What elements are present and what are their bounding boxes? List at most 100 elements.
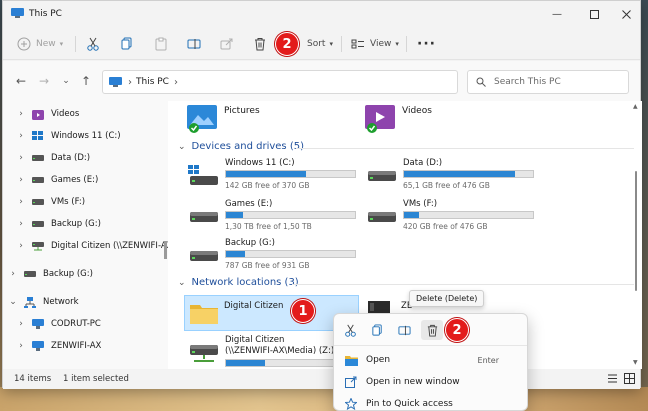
scrollbar-thumb[interactable]: [635, 171, 637, 291]
context-item-label: Pin to Quick access: [366, 399, 453, 409]
paste-button[interactable]: [154, 35, 168, 53]
context-item-pin-to-quick-access[interactable]: Pin to Quick access: [334, 393, 527, 411]
copy-button[interactable]: [120, 35, 134, 53]
chevron-right-icon: ›: [19, 197, 23, 207]
context-cut-button[interactable]: [342, 322, 358, 338]
sidebar-item-label: Data (D:): [51, 153, 91, 163]
maximize-button[interactable]: [577, 1, 611, 28]
drive-name: Backup (G:): [225, 238, 275, 248]
drive-free-space: 65,1 GB free of 476 GB: [403, 181, 490, 190]
status-bar: 14 items 1 item selected: [3, 369, 640, 389]
breadcrumb-this-pc[interactable]: This PC: [136, 77, 169, 87]
large-icons-view-icon: [624, 373, 635, 384]
more-options-button[interactable]: ···: [417, 35, 436, 53]
large-icons-view-button[interactable]: [624, 373, 635, 387]
breadcrumb-separator-icon: ›: [128, 76, 132, 88]
arrow-right-icon: →: [38, 74, 50, 88]
sidebar-item-games-e[interactable]: › Games (E:): [15, 171, 98, 189]
delete-icon: [427, 324, 437, 337]
computer-icon: [31, 318, 45, 330]
drive-usage-bar: [403, 170, 534, 178]
item-count: 14 items: [14, 374, 52, 384]
navigation-pane: › Videos › Windows 11 (C:) › Data (D:) ›…: [3, 101, 183, 369]
windows-drive-icon: [31, 130, 45, 142]
vertical-scrollbar[interactable]: ▲ ▼: [633, 101, 639, 369]
new-icon: [17, 37, 31, 51]
folder-pictures[interactable]: Pictures: [186, 103, 260, 133]
section-title: Devices and drives (5): [191, 141, 304, 152]
share-button[interactable]: [220, 35, 234, 53]
drive-windows-c[interactable]: Windows 11 (C:) 142 GB free of 370 GB: [188, 158, 358, 194]
context-copy-button[interactable]: [369, 322, 385, 338]
up-button[interactable]: ↑: [78, 73, 94, 89]
chevron-down-icon: ⌄: [62, 76, 70, 86]
section-divider: [292, 284, 634, 285]
network-icon: [23, 296, 37, 308]
drive-path: (\\ZENWIFI-AX\Media) (Z:): [225, 346, 335, 356]
sidebar-item-network[interactable]: ⌄ Network: [7, 293, 79, 311]
address-bar[interactable]: › This PC ›: [102, 70, 458, 94]
context-item-open-in-new-window[interactable]: Open in new window: [334, 371, 527, 393]
step-badge-1: 1: [291, 299, 315, 323]
sidebar-item-videos[interactable]: › Videos: [15, 105, 79, 123]
search-box[interactable]: Search This PC: [467, 70, 629, 94]
context-item-open[interactable]: Open Enter: [334, 349, 527, 371]
drive-usage-bar: [225, 250, 356, 258]
arrow-left-icon: ←: [15, 74, 27, 88]
folder-videos[interactable]: Videos: [364, 103, 432, 133]
sidebar-item-label: CODRUT-PC: [51, 319, 101, 329]
scroll-up-icon: ▲: [633, 103, 638, 110]
sort-label: Sort: [307, 39, 326, 49]
network-item-label: Digital Citizen: [224, 301, 284, 311]
sort-button[interactable]: Sort ▾: [307, 35, 333, 53]
drive-data-d[interactable]: Data (D:) 65,1 GB free of 476 GB: [366, 158, 536, 194]
context-item-label: Open: [366, 355, 391, 365]
share-icon: [220, 38, 233, 50]
section-network-locations[interactable]: ⌄ Network locations (3): [178, 277, 299, 288]
back-button[interactable]: ←: [13, 73, 29, 89]
view-button[interactable]: View ▾: [351, 35, 399, 53]
cut-icon: [87, 37, 99, 51]
details-view-button[interactable]: [607, 373, 618, 387]
sidebar-item-backup-g-root[interactable]: › Backup (G:): [7, 265, 93, 283]
sidebar-item-backup-g[interactable]: › Backup (G:): [15, 215, 101, 233]
section-title: Network locations (3): [191, 277, 299, 288]
chevron-right-icon: ›: [19, 131, 23, 141]
search-icon: [476, 77, 486, 87]
drive-free-space: 1,30 TB free of 1,50 TB: [225, 222, 312, 231]
rename-button[interactable]: [187, 35, 201, 53]
drive-icon: [190, 251, 218, 261]
new-button[interactable]: New ▾: [17, 35, 63, 53]
sidebar-item-zenwifi-ax[interactable]: › ZENWIFI-AX: [15, 337, 101, 355]
chevron-right-icon: ›: [19, 341, 23, 351]
context-delete-button[interactable]: [421, 320, 443, 340]
delete-tooltip: Delete (Delete): [409, 290, 485, 307]
drive-backup-g[interactable]: Backup (G:) 787 GB free of 931 GB: [188, 238, 358, 274]
drive-games-e[interactable]: Games (E:) 1,30 TB free of 1,50 TB: [188, 199, 358, 235]
forward-button[interactable]: →: [36, 73, 52, 89]
copy-icon: [121, 37, 132, 50]
selection-count: 1 item selected: [63, 374, 129, 384]
drive-usage-bar: [403, 211, 534, 219]
sidebar-item-windows-c[interactable]: › Windows 11 (C:): [15, 127, 121, 145]
sidebar-item-digital-citizen[interactable]: › Digital Citizen (\\ZENWIFI-AX\M: [15, 237, 182, 255]
section-devices-and-drives[interactable]: ⌄ Devices and drives (5): [178, 141, 304, 152]
cut-button[interactable]: [86, 35, 100, 53]
context-rename-button[interactable]: [396, 322, 412, 338]
sidebar-item-data-d[interactable]: › Data (D:): [15, 149, 90, 167]
navigation-bar: ← → ⌄ ↑ › This PC › Search This PC: [3, 61, 640, 101]
minimize-button[interactable]: —: [540, 1, 574, 28]
close-button[interactable]: [609, 1, 643, 28]
sidebar-item-vms-f[interactable]: › VMs (F:): [15, 193, 85, 211]
drive-free-space: 420 GB free of 476 GB: [403, 222, 488, 231]
drive-vms-f[interactable]: VMs (F:) 420 GB free of 476 GB: [366, 199, 536, 235]
divider: [406, 36, 407, 52]
recent-locations-button[interactable]: ⌄: [58, 73, 74, 89]
videos-folder-icon: [31, 108, 45, 120]
delete-button[interactable]: [253, 35, 267, 53]
sidebar-item-label: Backup (G:): [43, 269, 93, 279]
maximize-icon: [589, 10, 599, 19]
sidebar-item-codrut-pc[interactable]: › CODRUT-PC: [15, 315, 101, 333]
context-item-shortcut: Enter: [477, 355, 499, 365]
pane-resize-handle[interactable]: [164, 241, 167, 259]
